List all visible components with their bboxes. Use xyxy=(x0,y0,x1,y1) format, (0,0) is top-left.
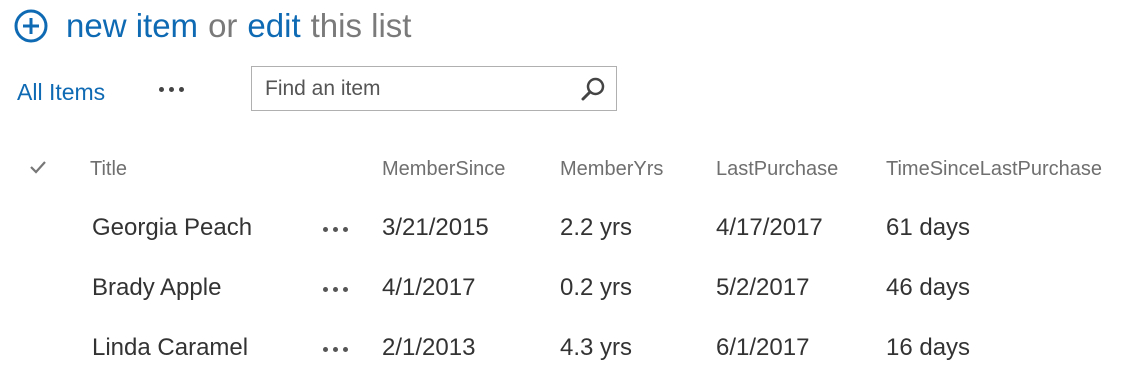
ellipsis-icon xyxy=(323,227,353,232)
table-header-row: Title MemberSince MemberYrs LastPurchase… xyxy=(0,140,1123,200)
view-more-button[interactable] xyxy=(159,87,189,97)
ellipsis-icon xyxy=(323,287,353,292)
view-bar: All Items xyxy=(0,66,1123,116)
row-memberyrs: 2.2 yrs xyxy=(560,214,633,241)
table-row[interactable]: Brady Apple 4/1/2017 0.2 yrs 5/2/2017 46… xyxy=(0,260,1123,320)
row-timesince: 16 days xyxy=(886,334,971,361)
table-row[interactable]: Linda Caramel 2/1/2013 4.3 yrs 6/1/2017 … xyxy=(0,320,1123,380)
row-title[interactable]: Linda Caramel xyxy=(92,334,248,362)
row-memberyrs: 4.3 yrs xyxy=(560,334,633,361)
column-header-membersince[interactable]: MemberSince xyxy=(382,158,505,181)
table-row[interactable]: Georgia Peach 3/21/2015 2.2 yrs 4/17/201… xyxy=(0,200,1123,260)
row-title[interactable]: Brady Apple xyxy=(92,274,221,302)
search-icon[interactable] xyxy=(580,76,606,102)
column-header-timesincelastpurchase[interactable]: TimeSinceLastPurchase xyxy=(886,158,1102,181)
edit-link[interactable]: edit xyxy=(247,7,300,45)
column-header-memberyrs[interactable]: MemberYrs xyxy=(560,158,663,181)
column-header-title[interactable]: Title xyxy=(90,158,127,181)
row-more-button[interactable] xyxy=(323,347,353,357)
column-header-lastpurchase[interactable]: LastPurchase xyxy=(716,158,838,181)
list-table: Title MemberSince MemberYrs LastPurchase… xyxy=(0,140,1123,380)
row-timesince: 46 days xyxy=(886,274,971,301)
row-lastpurchase: 4/17/2017 xyxy=(716,214,823,241)
row-lastpurchase: 6/1/2017 xyxy=(716,334,810,361)
this-list-text: this list xyxy=(310,7,412,44)
row-membersince: 2/1/2013 xyxy=(382,334,476,361)
list-header: new item or edit this list xyxy=(14,4,411,48)
row-more-button[interactable] xyxy=(323,287,353,297)
or-text: or xyxy=(208,7,238,44)
search-input[interactable] xyxy=(252,67,572,110)
row-memberyrs: 0.2 yrs xyxy=(560,274,633,301)
row-more-button[interactable] xyxy=(323,227,353,237)
ellipsis-icon xyxy=(323,347,353,352)
new-item-link[interactable]: new item xyxy=(66,7,198,45)
row-membersince: 3/21/2015 xyxy=(382,214,489,241)
view-all-items[interactable]: All Items xyxy=(17,79,105,106)
plus-circle-icon[interactable] xyxy=(14,9,48,43)
row-title[interactable]: Georgia Peach xyxy=(92,214,252,242)
row-lastpurchase: 5/2/2017 xyxy=(716,274,810,301)
ellipsis-icon xyxy=(159,87,189,92)
row-timesince: 61 days xyxy=(886,214,971,241)
checkmark-icon[interactable] xyxy=(28,158,48,176)
row-membersince: 4/1/2017 xyxy=(382,274,476,301)
search-box xyxy=(251,66,617,111)
